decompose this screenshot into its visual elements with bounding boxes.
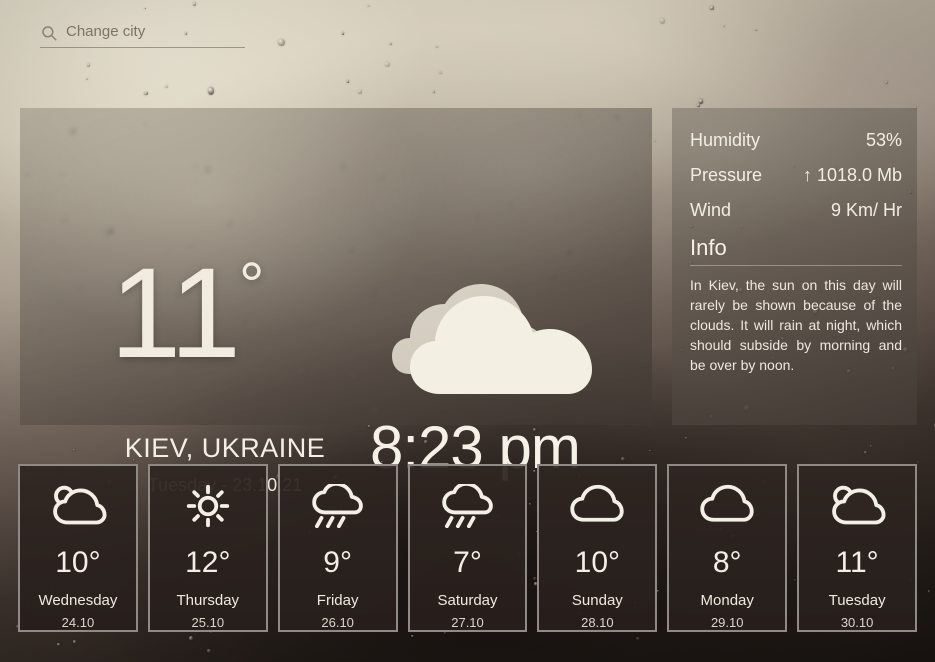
cloud-icon [700, 484, 754, 522]
forecast-temperature: 12° [185, 546, 231, 579]
forecast-day-card[interactable]: 10° Wednesday 24.10 [18, 464, 138, 632]
forecast-day-date: 30.10 [840, 615, 874, 630]
forecast-temperature: 8° [712, 546, 742, 579]
weekly-forecast: 10° Wednesday 24.10 12° Thursday 25.10 9° Fri… [18, 464, 918, 632]
forecast-day-date: 27.10 [451, 615, 484, 630]
forecast-day-card[interactable]: 7° Saturday 27.10 [407, 464, 528, 632]
metric-value: 9 Km/ Hr [830, 200, 902, 220]
degree-symbol: ° [238, 249, 265, 321]
rain-cloud-icon [311, 484, 363, 528]
forecast-day-name: Friday [316, 592, 359, 609]
metric-label: Humidity [690, 130, 761, 150]
forecast-temperature: 10° [574, 546, 621, 579]
partly-cloudy-icon [832, 485, 886, 525]
metric-pressure: Pressure ↑ 1018.0 Mb [690, 165, 902, 186]
forecast-day-date: 26.10 [321, 615, 354, 630]
forecast-day-card[interactable]: 8° Monday 29.10 [667, 464, 788, 632]
metric-wind: Wind 9 Km/ Hr [690, 200, 902, 221]
forecast-day-date: 25.10 [191, 615, 225, 630]
metric-value: ↑ 1018.0 Mb [802, 165, 902, 185]
cloud-icon [570, 484, 625, 522]
forecast-day-name: Monday [700, 592, 754, 609]
forecast-day-name: Sunday [571, 592, 623, 609]
rain-cloud-icon [441, 484, 493, 528]
forecast-day-name: Wednesday [38, 592, 118, 609]
forecast-day-name: Tuesday [828, 592, 886, 609]
forecast-temperature: 10° [55, 546, 101, 579]
search-input[interactable] [66, 23, 236, 42]
info-description: In Kiev, the sun on this day will rarely… [690, 277, 902, 373]
forecast-day-card[interactable]: 10° Sunday 28.10 [537, 464, 658, 632]
current-weather-panel: 11° KIEV, UKRAINE Tuesday - 23.10.21 8:2… [20, 108, 652, 495]
forecast-day-card[interactable]: 9° Friday 26.10 [277, 464, 398, 632]
forecast-day-name: Thursday [176, 592, 240, 609]
metric-label: Pressure [690, 165, 763, 185]
details-panel: Humidity 53% Pressure ↑ 1018.0 Mb Wind 9… [672, 108, 917, 425]
info-heading: Info [690, 235, 902, 266]
forecast-day-name: Saturday [437, 592, 498, 609]
current-temperature-value: 11 [110, 242, 241, 385]
forecast-day-date: 24.10 [61, 615, 95, 630]
metric-label: Wind [690, 200, 732, 220]
forecast-day-date: 28.10 [581, 615, 614, 630]
change-city-search[interactable] [40, 18, 245, 48]
forecast-temperature: 9° [323, 546, 352, 579]
weather-app: 11° KIEV, UKRAINE Tuesday - 23.10.21 8:2… [0, 0, 935, 662]
current-temperature: 11° [110, 249, 265, 378]
current-city: KIEV, UKRAINE [124, 433, 326, 463]
metric-value: 53% [865, 130, 902, 150]
forecast-day-date: 29.10 [710, 615, 744, 630]
forecast-temperature: 7° [453, 546, 482, 579]
partly-cloudy-icon [53, 485, 107, 525]
forecast-day-card[interactable]: 12° Thursday 25.10 [147, 464, 268, 632]
search-icon [42, 25, 57, 40]
overcast-clouds-icon [392, 284, 592, 394]
forecast-day-card[interactable]: 11° Tuesday 30.10 [797, 464, 918, 632]
sun-icon [186, 484, 229, 528]
metric-humidity: Humidity 53% [690, 130, 902, 151]
forecast-temperature: 11° [835, 546, 879, 579]
